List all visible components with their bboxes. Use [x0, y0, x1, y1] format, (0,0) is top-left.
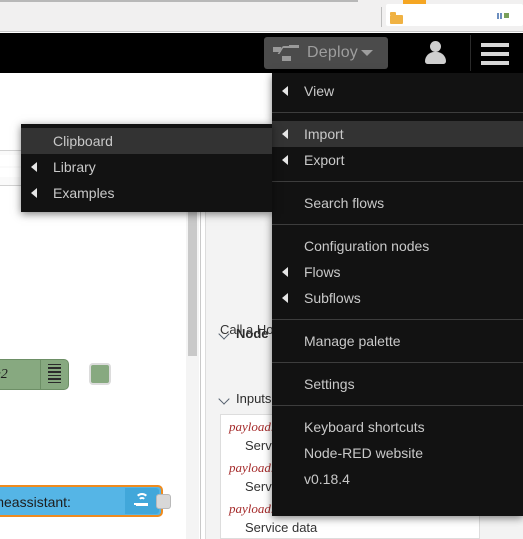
chevron-down-icon[interactable] [361, 50, 373, 56]
version-label: v0.18.4 [304, 471, 350, 487]
menu-item-label: Import [304, 126, 344, 142]
submenu-item-library[interactable]: Library [21, 154, 272, 180]
homeassistant-node[interactable]: svc: homeassistant: [0, 485, 163, 517]
browser-chrome-bar [0, 0, 523, 32]
menu-item-flows[interactable]: Flows [272, 259, 523, 285]
debug-node-label: g node2 [0, 366, 8, 382]
menu-separator [272, 319, 523, 320]
menu-item-label: Subflows [304, 290, 361, 306]
info-section-inputs-label: Inputs [236, 391, 272, 406]
node-output-port[interactable] [89, 363, 111, 385]
browser-tab-strip-edge [0, 0, 358, 2]
menu-item-version: v0.18.4 [272, 466, 523, 492]
menu-item-view[interactable]: View [272, 78, 523, 104]
menu-item-label: Search flows [304, 195, 385, 211]
hamburger-menu-icon[interactable] [478, 38, 512, 66]
menu-item-label: Configuration nodes [304, 238, 430, 254]
app-root: g node2 svc: homeassistant: info [0, 0, 523, 539]
debug-node[interactable]: g node2 [0, 359, 69, 390]
menu-item-label: Settings [304, 376, 355, 392]
menu-item-label: Keyboard shortcuts [304, 419, 425, 435]
wifi-icon [125, 488, 159, 514]
chevron-down-icon [220, 394, 230, 404]
submenu-item-examples[interactable]: Examples [21, 180, 272, 206]
bookmark-divider [381, 7, 382, 27]
chevron-left-icon [282, 267, 288, 277]
chevron-left-icon [282, 129, 288, 139]
menu-separator [272, 112, 523, 113]
header-divider [470, 35, 471, 71]
menu-item-export[interactable]: Export [272, 147, 523, 173]
menu-separator [272, 362, 523, 363]
menu-item-nodered-website[interactable]: Node-RED website [272, 440, 523, 466]
deploy-nodes-icon [273, 45, 299, 61]
submenu-item-clipboard[interactable]: Clipboard [21, 128, 272, 154]
menu-separator [272, 181, 523, 182]
menu-item-label: Node-RED website [304, 445, 424, 461]
submenu-item-label: Clipboard [53, 133, 113, 149]
deploy-button[interactable]: Deploy [264, 37, 388, 69]
menu-separator [272, 224, 523, 225]
chevron-left-icon [282, 86, 288, 96]
menu-item-label: View [304, 83, 335, 99]
bookmark-folder-icon[interactable] [390, 12, 403, 24]
menu-item-label: Flows [304, 264, 341, 280]
menu-item-configuration-nodes[interactable]: Configuration nodes [272, 233, 523, 259]
menu-item-search-flows[interactable]: Search flows [272, 190, 523, 216]
chevron-left-icon [282, 293, 288, 303]
import-submenu: Clipboard Library Examples [21, 124, 272, 212]
extension-dots-icon[interactable] [497, 13, 511, 19]
menu-item-label: Manage palette [304, 333, 401, 349]
menu-separator [272, 405, 523, 406]
node-output-port[interactable] [156, 494, 171, 509]
menu-item-manage-palette[interactable]: Manage palette [272, 328, 523, 354]
chevron-left-icon [31, 162, 37, 172]
chevron-left-icon [282, 155, 288, 165]
user-account-icon[interactable] [420, 38, 452, 68]
submenu-item-label: Library [53, 159, 96, 175]
menu-item-label: Export [304, 152, 345, 168]
menu-item-import[interactable]: Import [272, 121, 523, 147]
input-value: Service data [245, 520, 318, 535]
main-dropdown-menu: View Import Export Search flows Configur… [272, 73, 523, 516]
menu-item-settings[interactable]: Settings [272, 371, 523, 397]
deploy-button-label: Deploy [307, 44, 359, 61]
menu-item-keyboard-shortcuts[interactable]: Keyboard shortcuts [272, 414, 523, 440]
palette-scrollbar-thumb[interactable] [188, 201, 197, 356]
submenu-item-label: Examples [53, 185, 115, 201]
chevron-left-icon [31, 188, 37, 198]
info-section-inputs[interactable]: Inputs [206, 386, 271, 411]
homeassistant-node-label: svc: homeassistant: [0, 494, 71, 510]
debug-bars-icon [40, 360, 68, 389]
menu-item-subflows[interactable]: Subflows [272, 285, 523, 311]
